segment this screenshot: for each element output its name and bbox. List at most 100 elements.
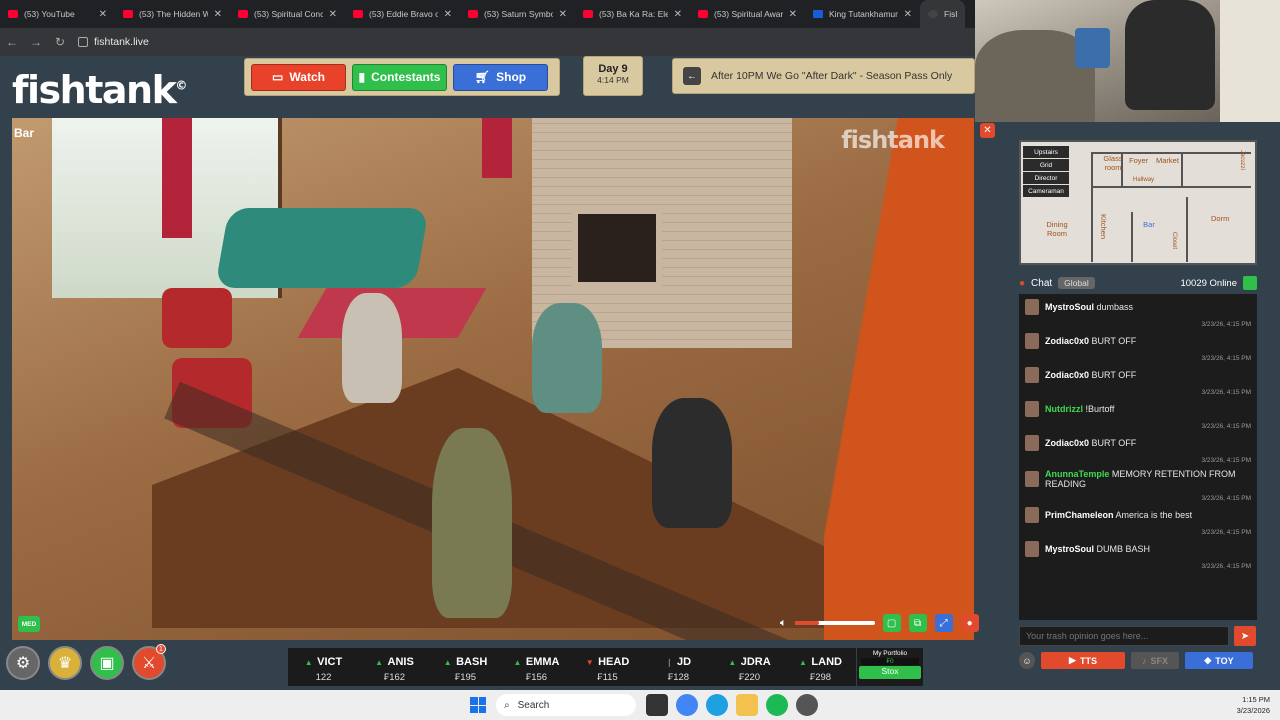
announcement-banner[interactable]: ← After 10PM We Go "After Dark" - Season… [672, 58, 975, 94]
avatar[interactable] [1025, 435, 1039, 451]
browser-tab[interactable]: (53) Spiritual Conc ✕ [230, 0, 345, 28]
browser-tab[interactable]: (53) YouTube ✕ [0, 0, 115, 28]
map-room[interactable]: Hallway [1133, 177, 1154, 183]
chat-message[interactable]: MystroSoul dumbass 3/23/26, 4:15 PM [1019, 294, 1257, 328]
reload-icon[interactable]: ↻ [48, 35, 72, 49]
close-tab-icon[interactable]: ✕ [904, 9, 912, 20]
volume-slider[interactable] [794, 621, 875, 625]
avatar[interactable] [1025, 507, 1039, 523]
url-field[interactable]: fishtank.live [78, 36, 149, 48]
volume-icon[interactable]: 🔈︎ [780, 617, 787, 630]
map-room[interactable]: Dining Room [1037, 220, 1077, 238]
site-info-icon[interactable] [78, 37, 88, 47]
map-cameraman-button[interactable]: Cameraman [1023, 185, 1069, 197]
close-tab-icon[interactable]: ✕ [329, 9, 337, 20]
avatar[interactable] [1025, 541, 1039, 557]
spotify-icon[interactable] [766, 694, 788, 716]
quality-badge[interactable]: MED [18, 616, 40, 632]
crown-icon[interactable]: ♛ [48, 646, 82, 680]
fishtank-logo[interactable]: fishtank© [12, 68, 187, 112]
ticker-item[interactable]: ▲ EMMA ₣156 [501, 648, 572, 686]
chat-username[interactable]: Zodiac0x0 [1045, 336, 1089, 346]
ticker-item[interactable]: ❘ JD ₣128 [643, 648, 714, 686]
close-tab-icon[interactable]: ✕ [789, 9, 797, 20]
alerts-icon[interactable]: ⚔ 1 [132, 644, 166, 680]
map-room[interactable]: Dorm [1211, 214, 1229, 223]
chat-message[interactable]: MystroSoul DUMB BASH 3/23/26, 4:15 PM [1019, 536, 1257, 570]
sfx-button[interactable]: ♪ SFX [1131, 652, 1179, 669]
system-clock[interactable]: 1:15 PM 3/23/2026 [1237, 694, 1270, 716]
toy-button[interactable]: ◆ TOY [1185, 652, 1253, 669]
chrome-icon[interactable] [676, 694, 698, 716]
chat-message[interactable]: Nutdrizzl !Burtoff 3/23/26, 4:15 PM [1019, 396, 1257, 430]
chat-message[interactable]: PrimChameleon America is the best 3/23/26… [1019, 502, 1257, 536]
live-video-feed[interactable]: fishtank [12, 118, 974, 640]
browser-tab[interactable]: (53) Saturn Symbo ✕ [460, 0, 575, 28]
browser-tab[interactable]: (53) Spiritual Awar ✕ [690, 0, 805, 28]
stox-button[interactable]: Stox [859, 666, 921, 679]
chat-message[interactable]: Zodiac0x0 BURT OFF 3/23/26, 4:15 PM [1019, 328, 1257, 362]
windows-start-icon[interactable] [470, 697, 486, 713]
map-room-active[interactable]: Bar [1139, 220, 1159, 229]
shop-button[interactable]: 🛒︎ Shop [453, 63, 548, 91]
clip-icon[interactable]: ▢ [882, 614, 901, 632]
settings-icon[interactable]: ⚙ [6, 646, 40, 680]
record-icon[interactable]: ● [960, 614, 979, 632]
house-map[interactable]: Upstairs Grid Director Cameraman Glass r… [1019, 140, 1257, 265]
close-tab-icon[interactable]: ✕ [559, 9, 567, 20]
avatar[interactable] [1025, 401, 1039, 417]
map-room[interactable]: Jacuzzi [1235, 150, 1245, 170]
avatar[interactable] [1025, 367, 1039, 383]
chat-message[interactable]: Zodiac0x0 BURT OFF 3/23/26, 4:15 PM [1019, 362, 1257, 396]
app-icon[interactable] [796, 694, 818, 716]
ticker-item[interactable]: ▲ LAND ₣298 [785, 648, 856, 686]
close-tab-icon[interactable]: ✕ [214, 9, 222, 20]
chat-username[interactable]: MystroSoul [1045, 302, 1094, 312]
chat-username[interactable]: MystroSoul [1045, 544, 1094, 554]
chat-username[interactable]: Zodiac0x0 [1045, 370, 1089, 380]
item-icon[interactable]: ▣ [90, 646, 124, 680]
chat-input[interactable] [1019, 626, 1229, 646]
map-upstairs-button[interactable]: Upstairs [1023, 146, 1069, 158]
ticker-item[interactable]: ▲ ANIS ₣162 [359, 648, 430, 686]
taskbar-search[interactable]: ⌕ Search [496, 694, 636, 716]
watch-button[interactable]: ▭ Watch [251, 63, 346, 91]
map-room[interactable]: Kitchen [1099, 214, 1108, 239]
emoji-icon[interactable]: ☺ [1019, 652, 1035, 669]
chat-message[interactable]: AnunnaTemple MEMORY RETENTION FROM READI… [1019, 464, 1257, 502]
avatar[interactable] [1025, 471, 1039, 487]
ticker-item[interactable]: ▼ HEAD ₣115 [572, 648, 643, 686]
forward-icon[interactable]: → [24, 35, 48, 49]
map-room[interactable]: Closet [1171, 232, 1177, 249]
contestants-button[interactable]: ▮ Contestants [352, 63, 447, 91]
map-director-button[interactable]: Director [1023, 172, 1069, 184]
close-video-button[interactable]: ✕ [980, 123, 995, 138]
chat-messages[interactable]: MystroSoul dumbass 3/23/26, 4:15 PM Zodiac… [1019, 294, 1257, 620]
map-room[interactable]: Glass room [1099, 154, 1127, 172]
chat-username[interactable]: AnunnaTemple [1045, 469, 1109, 479]
map-grid-button[interactable]: Grid [1023, 159, 1069, 171]
tts-button[interactable]: ▶ TTS [1041, 652, 1125, 669]
chat-message[interactable]: Zodiac0x0 BURT OFF 3/23/26, 4:15 PM [1019, 430, 1257, 464]
ticker-item[interactable]: ▲ JDRA ₣220 [714, 648, 785, 686]
chat-username[interactable]: Nutdrizzl [1045, 404, 1083, 414]
browser-tab[interactable]: (53) Ba Ka Ra: Elec ✕ [575, 0, 690, 28]
browser-tab[interactable]: (53) The Hidden W ✕ [115, 0, 230, 28]
ticker-item[interactable]: ▲ VICT 122 [288, 648, 359, 686]
map-room[interactable]: Foyer [1129, 156, 1148, 165]
edge-icon[interactable] [706, 694, 728, 716]
avatar[interactable] [1025, 299, 1039, 315]
arrow-left-icon[interactable]: ← [683, 67, 701, 85]
avatar[interactable] [1025, 333, 1039, 349]
chat-username[interactable]: Zodiac0x0 [1045, 438, 1089, 448]
browser-tab-active[interactable]: Fishta [920, 0, 965, 28]
map-room[interactable]: Market [1156, 156, 1179, 165]
chat-username[interactable]: PrimChameleon [1045, 510, 1114, 520]
fullscreen-icon[interactable]: ⤢ [934, 614, 953, 632]
close-tab-icon[interactable]: ✕ [674, 9, 682, 20]
close-tab-icon[interactable]: ✕ [444, 9, 452, 20]
browser-tab[interactable]: King Tutankhamun ✕ [805, 0, 920, 28]
task-view-icon[interactable] [646, 694, 668, 716]
cast-icon[interactable]: ⧉ [908, 614, 927, 632]
send-icon[interactable]: ➤ [1234, 626, 1256, 646]
